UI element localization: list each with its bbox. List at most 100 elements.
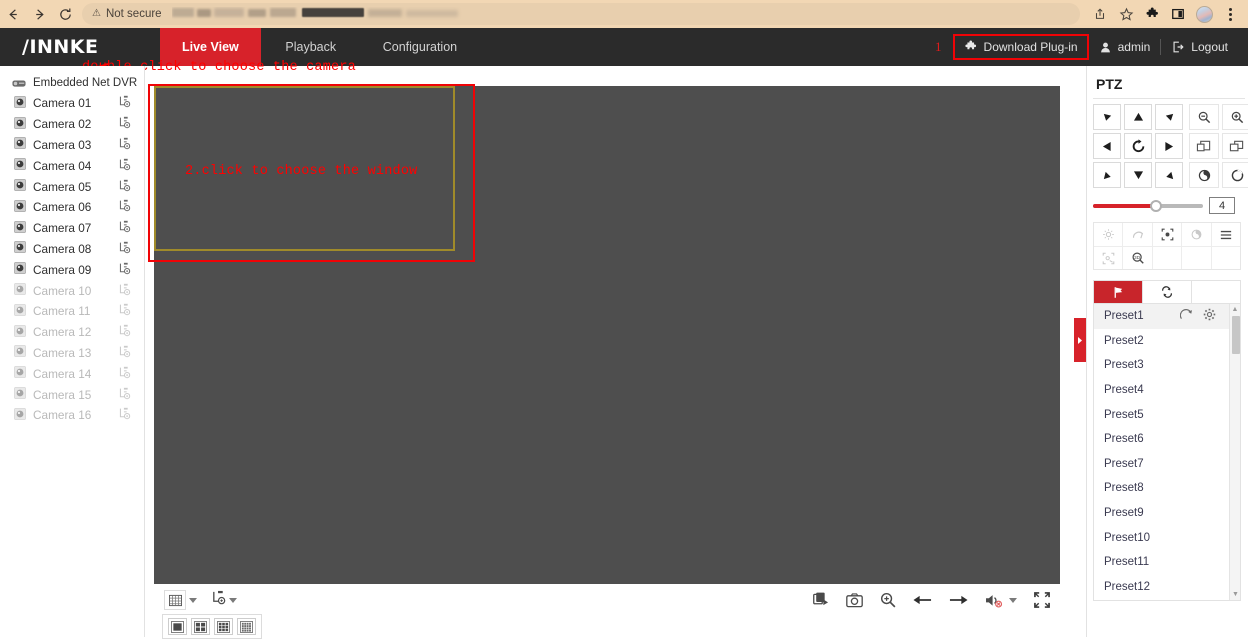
stream-caret-icon[interactable] <box>229 598 237 603</box>
user-menu-button[interactable]: admin <box>1089 35 1161 59</box>
video-cell[interactable] <box>456 86 757 251</box>
empty-slot-1[interactable] <box>1153 247 1182 269</box>
capture-icon[interactable] <box>846 593 863 608</box>
next-icon[interactable] <box>949 593 968 607</box>
camera-stream-link-icon[interactable] <box>118 137 131 153</box>
camera-list-item[interactable]: Camera 14 <box>0 363 144 384</box>
pan-right-button[interactable] <box>1155 133 1183 159</box>
download-plugin-button[interactable]: Download Plug-in <box>954 35 1088 59</box>
preset-list-item[interactable]: Preset12 <box>1094 575 1240 600</box>
patrol-tab[interactable] <box>1143 281 1192 303</box>
extensions-puzzle-icon[interactable] <box>1140 2 1164 26</box>
slider-knob[interactable] <box>1150 200 1162 212</box>
zoom-in-icon[interactable] <box>1222 104 1248 130</box>
auto-scan-button[interactable] <box>1124 133 1152 159</box>
video-cell[interactable] <box>154 419 455 584</box>
preset-list-item[interactable]: Preset11 <box>1094 550 1240 575</box>
camera-list-item[interactable]: Camera 11 <box>0 301 144 322</box>
set-preset-icon[interactable] <box>1203 308 1216 324</box>
stream-type-selector[interactable] <box>211 590 237 610</box>
manual-tracking-icon[interactable] <box>1094 247 1123 269</box>
camera-stream-link-icon[interactable] <box>118 241 131 257</box>
reload-icon[interactable] <box>52 1 78 27</box>
lens-initialization-icon[interactable] <box>1182 223 1211 246</box>
logout-button[interactable]: Logout <box>1161 35 1238 59</box>
preset-list-item[interactable]: Preset2 <box>1094 329 1240 354</box>
camera-stream-link-icon[interactable] <box>118 324 131 340</box>
layout-1x1[interactable] <box>168 618 187 635</box>
camera-stream-link-icon[interactable] <box>118 179 131 195</box>
preset-scrollbar[interactable]: ▲ ▼ <box>1229 304 1240 600</box>
goto-preset-icon[interactable] <box>1180 309 1193 323</box>
camera-stream-link-icon[interactable] <box>118 116 131 132</box>
audio-caret-icon[interactable] <box>1009 598 1017 603</box>
camera-list-item[interactable]: Camera 08 <box>0 239 144 260</box>
back-arrow-icon[interactable] <box>0 1 26 27</box>
camera-stream-link-icon[interactable] <box>118 345 131 361</box>
grid-layout-icon[interactable] <box>164 590 186 610</box>
pan-down-right-button[interactable] <box>1155 162 1183 188</box>
3d-positioning-icon[interactable]: 3D <box>1123 247 1152 269</box>
empty-slot-2[interactable] <box>1182 247 1211 269</box>
camera-stream-link-icon[interactable] <box>118 303 131 319</box>
pan-up-right-button[interactable] <box>1155 104 1183 130</box>
bookmark-star-icon[interactable] <box>1114 2 1138 26</box>
camera-list-item[interactable]: Camera 06 <box>0 197 144 218</box>
pan-up-left-button[interactable] <box>1093 104 1121 130</box>
pan-down-button[interactable] <box>1124 162 1152 188</box>
camera-list-item[interactable]: Camera 16 <box>0 405 144 426</box>
camera-list-item[interactable]: Camera 05 <box>0 176 144 197</box>
preset-list-item[interactable]: Preset9 <box>1094 501 1240 526</box>
camera-stream-link-icon[interactable] <box>118 387 131 403</box>
camera-stream-link-icon[interactable] <box>118 158 131 174</box>
pan-up-button[interactable] <box>1124 104 1152 130</box>
video-cell[interactable] <box>759 252 1060 417</box>
tab-configuration[interactable]: Configuration <box>361 28 479 66</box>
preset-list-item[interactable]: Preset1 <box>1094 304 1240 329</box>
camera-list-item[interactable]: Camera 09 <box>0 259 144 280</box>
camera-stream-link-icon[interactable] <box>118 283 131 299</box>
previous-icon[interactable] <box>913 593 932 607</box>
camera-list-item[interactable]: Camera 02 <box>0 114 144 135</box>
collapse-panel-handle[interactable] <box>1074 318 1086 362</box>
layout-2x2[interactable] <box>191 618 210 635</box>
layout-3x3[interactable] <box>214 618 233 635</box>
preset-list-item[interactable]: Preset8 <box>1094 476 1240 501</box>
chrome-menu-icon[interactable] <box>1218 2 1242 26</box>
preset-list-item[interactable]: Preset4 <box>1094 378 1240 403</box>
layout-4x4[interactable] <box>237 618 256 635</box>
speed-slider[interactable] <box>1093 198 1203 214</box>
url-text-redacted[interactable] <box>172 7 1070 21</box>
video-cell[interactable] <box>456 419 757 584</box>
camera-list-item[interactable]: Camera 15 <box>0 384 144 405</box>
camera-stream-link-icon[interactable] <box>118 366 131 382</box>
preset-tab[interactable] <box>1094 281 1143 303</box>
video-cell[interactable] <box>759 419 1060 584</box>
iris-close-icon[interactable] <box>1189 162 1219 188</box>
pattern-tab[interactable] <box>1192 281 1240 303</box>
pan-left-button[interactable] <box>1093 133 1121 159</box>
camera-list-item[interactable]: Camera 13 <box>0 343 144 364</box>
speed-value[interactable]: 4 <box>1209 197 1235 214</box>
device-node[interactable]: Embedded Net DVR <box>0 75 144 93</box>
record-icon[interactable] <box>813 592 829 608</box>
address-bar[interactable]: ⚠ Not secure <box>82 3 1080 25</box>
pan-down-left-button[interactable] <box>1093 162 1121 188</box>
digital-zoom-icon[interactable] <box>880 592 896 608</box>
video-cell[interactable] <box>456 252 757 417</box>
camera-stream-link-icon[interactable] <box>118 262 131 278</box>
video-cell[interactable] <box>154 252 455 417</box>
light-icon[interactable] <box>1094 223 1123 246</box>
preset-list-item[interactable]: Preset10 <box>1094 525 1240 550</box>
wiper-icon[interactable] <box>1123 223 1152 246</box>
stream-type-icon[interactable] <box>211 590 226 610</box>
preset-list-item[interactable]: Preset6 <box>1094 427 1240 452</box>
zoom-out-icon[interactable] <box>1189 104 1219 130</box>
preset-list-item[interactable]: Preset7 <box>1094 452 1240 477</box>
scroll-down-arrow-icon[interactable]: ▼ <box>1230 589 1241 600</box>
security-status[interactable]: ⚠ Not secure <box>92 8 162 20</box>
layout-caret-icon[interactable] <box>189 598 197 603</box>
sidebar-panel-icon[interactable] <box>1166 2 1190 26</box>
camera-list-item[interactable]: Camera 03 <box>0 135 144 156</box>
profile-avatar-icon[interactable] <box>1192 2 1216 26</box>
